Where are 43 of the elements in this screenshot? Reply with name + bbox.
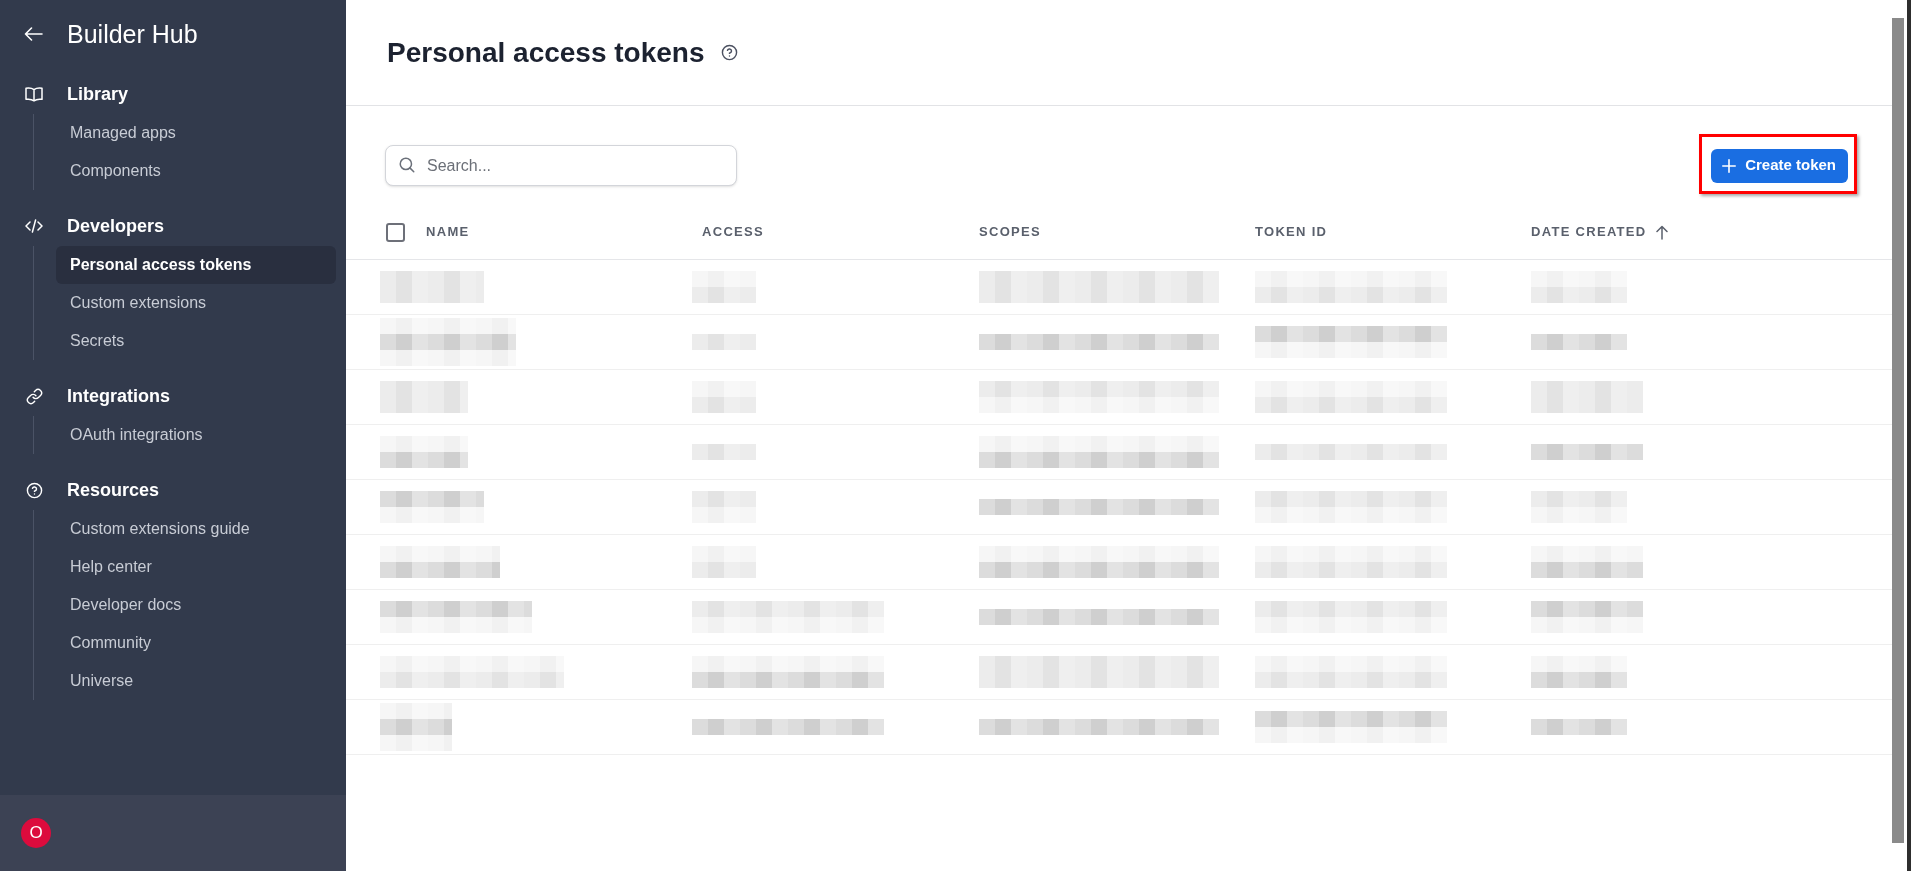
nav-item[interactable]: Custom extensions [56, 284, 336, 322]
help-icon [25, 481, 43, 499]
blurred-text-drawing [692, 546, 756, 578]
user-avatar[interactable]: O [21, 818, 51, 848]
section-heading: Resources [67, 478, 160, 502]
blurred-text-drawing [692, 491, 756, 523]
nav-item[interactable]: Custom extensions guide [56, 510, 336, 548]
column-header[interactable]: DATE CREATED [1531, 222, 1647, 242]
nav-item[interactable]: Universe [56, 662, 336, 700]
sidebar-title: Builder Hub [67, 21, 198, 47]
sort-up-arrow-icon[interactable] [1655, 224, 1668, 240]
column-header[interactable]: ACCESS [702, 222, 764, 242]
nav-item[interactable]: Community [56, 624, 336, 662]
search-icon [398, 156, 416, 174]
nav-item[interactable]: Managed apps [56, 114, 336, 152]
scrollbar-thumb[interactable] [1892, 18, 1904, 843]
search-field[interactable]: Search... [385, 145, 737, 186]
column-header[interactable]: SCOPES [979, 222, 1041, 242]
nav-item[interactable]: Secrets [56, 322, 336, 360]
blurred-text-drawing [692, 444, 756, 460]
nav-item[interactable]: Developer docs [56, 586, 336, 624]
section-heading: Developers [67, 214, 165, 238]
help-icon[interactable] [720, 44, 738, 61]
nav-item[interactable]: OAuth integrations [56, 416, 336, 454]
blurred-text-drawing [692, 271, 756, 303]
nav-item[interactable]: Components [56, 152, 336, 190]
column-header[interactable]: TOKEN ID [1255, 222, 1328, 242]
book-icon [25, 86, 43, 102]
page-title: Personal access tokens [387, 35, 705, 70]
select-all-checkbox[interactable] [386, 222, 405, 242]
nav-item[interactable]: Personal access tokens [56, 246, 336, 284]
back-arrow-icon[interactable] [24, 27, 43, 41]
section-heading: Library [67, 82, 129, 106]
plus-icon [1722, 158, 1737, 173]
blurred-text-drawing [692, 334, 756, 350]
blurred-text-drawing [692, 381, 756, 413]
link-icon [25, 387, 43, 405]
column-header[interactable]: NAME [426, 222, 470, 242]
section-heading: Integrations [67, 384, 170, 408]
blurred-text-drawing [380, 703, 452, 751]
nav-item[interactable]: Help center [56, 548, 336, 586]
create-token-button[interactable]: Create token [1711, 148, 1848, 183]
code-icon [25, 219, 43, 233]
